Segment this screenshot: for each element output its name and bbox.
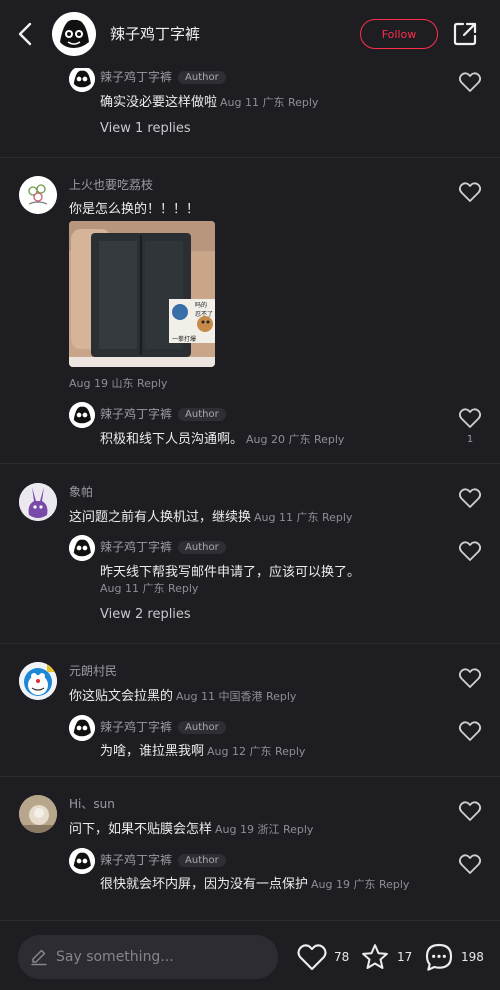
heart-icon bbox=[458, 668, 482, 688]
heart-icon bbox=[297, 944, 327, 971]
divider bbox=[0, 157, 500, 158]
commenter-avatar[interactable] bbox=[19, 662, 57, 700]
comment-text[interactable]: 你这贴文会拉黑的 Aug 11 中国香港 Reply bbox=[69, 685, 296, 704]
like-count: 1 bbox=[466, 434, 474, 445]
reply-username[interactable]: 辣子鸡丁字裤 Author bbox=[100, 405, 226, 422]
reply-username[interactable]: 辣子鸡丁字裤 Author bbox=[100, 851, 226, 868]
like-button[interactable] bbox=[458, 800, 482, 822]
commenter-username[interactable]: 上火也要吃荔枝 bbox=[69, 176, 153, 193]
like-button[interactable] bbox=[458, 487, 482, 509]
view-replies-link[interactable]: View 2 replies bbox=[100, 607, 191, 622]
reply-text[interactable]: 为啥，谁拉黑我啊 Aug 12 广东 Reply bbox=[100, 740, 305, 759]
heart-icon bbox=[458, 854, 482, 874]
like-button[interactable] bbox=[458, 667, 482, 689]
commenter-username[interactable]: 象帕 bbox=[69, 483, 93, 500]
comment-bubble-icon bbox=[425, 943, 453, 971]
like-button[interactable] bbox=[458, 540, 482, 562]
collect-button[interactable]: 17 bbox=[359, 941, 412, 973]
comment-meta[interactable]: Aug 19 浙江 Reply bbox=[215, 823, 313, 836]
heart-icon bbox=[458, 408, 482, 428]
heart-icon bbox=[458, 721, 482, 741]
like-button[interactable] bbox=[458, 71, 482, 93]
follow-button[interactable]: Follow bbox=[360, 19, 438, 49]
heart-icon bbox=[458, 182, 482, 202]
collect-count: 17 bbox=[397, 950, 413, 964]
chevron-left-icon bbox=[18, 22, 32, 46]
like-post-button[interactable]: 78 bbox=[296, 941, 349, 973]
divider bbox=[0, 776, 500, 777]
divider bbox=[0, 463, 500, 464]
comment-count: 198 bbox=[461, 950, 484, 964]
reply-author-avatar[interactable] bbox=[69, 402, 95, 428]
share-button[interactable] bbox=[452, 21, 478, 47]
reply-meta[interactable]: Aug 19 广东 Reply bbox=[311, 878, 409, 891]
share-icon bbox=[453, 22, 477, 46]
reply-text[interactable]: 确实没必要这样做啦 Aug 11 广东 Reply bbox=[100, 91, 318, 110]
divider bbox=[0, 643, 500, 644]
commenter-username[interactable]: 元朗村民 bbox=[69, 662, 117, 679]
reply-meta[interactable]: Aug 11 广东 Reply bbox=[220, 96, 318, 109]
commenter-avatar[interactable] bbox=[19, 176, 57, 214]
heart-icon bbox=[458, 541, 482, 561]
comment-input[interactable] bbox=[56, 949, 266, 965]
like-button[interactable] bbox=[458, 853, 482, 875]
star-icon bbox=[362, 944, 388, 969]
author-avatar[interactable] bbox=[52, 12, 96, 56]
commenter-avatar[interactable] bbox=[19, 483, 57, 521]
author-badge: Author bbox=[178, 541, 226, 554]
reply-username[interactable]: 辣子鸡丁字裤 Author bbox=[100, 68, 226, 85]
comment-meta[interactable]: Aug 19 山东 Reply bbox=[69, 375, 167, 391]
reply-meta[interactable]: Aug 12 广东 Reply bbox=[207, 745, 305, 758]
like-button[interactable] bbox=[458, 181, 482, 203]
svg-text:吗的: 吗的 bbox=[195, 301, 207, 309]
top-bar: 辣子鸡丁字裤 Follow bbox=[0, 0, 500, 68]
reply-author-avatar[interactable] bbox=[69, 715, 95, 741]
author-badge: Author bbox=[178, 71, 226, 84]
author-name[interactable]: 辣子鸡丁字裤 bbox=[110, 23, 200, 44]
heart-icon bbox=[458, 801, 482, 821]
heart-icon bbox=[458, 488, 482, 508]
bottom-action-bar: 78 17 198 bbox=[0, 920, 500, 990]
reply-text[interactable]: 昨天线下帮我写邮件申请了，应该可以换了。 bbox=[100, 561, 360, 580]
like-count: 78 bbox=[334, 950, 350, 964]
like-button[interactable] bbox=[458, 720, 482, 742]
like-button[interactable] bbox=[458, 407, 482, 429]
comment-image[interactable]: 吗的 忍不了 一拳打爆 bbox=[69, 221, 215, 367]
reply-author-avatar[interactable] bbox=[69, 535, 95, 561]
reply-meta[interactable]: Aug 20 广东 Reply bbox=[246, 433, 344, 446]
author-badge: Author bbox=[178, 408, 226, 421]
heart-icon bbox=[458, 72, 482, 92]
back-button[interactable] bbox=[12, 20, 38, 48]
comment-text[interactable]: 这问题之前有人换机过，继续换 Aug 11 广东 Reply bbox=[69, 506, 352, 525]
comments-button[interactable]: 198 bbox=[423, 941, 484, 973]
pencil-icon bbox=[31, 949, 47, 966]
comment-input-box[interactable] bbox=[18, 935, 278, 979]
commenter-avatar[interactable] bbox=[19, 795, 57, 833]
reply-text[interactable]: 积极和线下人员沟通啊。 Aug 20 广东 Reply bbox=[100, 428, 344, 447]
svg-text:忍不了: 忍不了 bbox=[195, 311, 213, 318]
author-avatar-image bbox=[52, 12, 96, 56]
svg-text:一拳打爆: 一拳打爆 bbox=[172, 335, 196, 343]
reply-username[interactable]: 辣子鸡丁字裤 Author bbox=[100, 538, 226, 555]
comment-meta[interactable]: Aug 11 中国香港 Reply bbox=[176, 690, 296, 703]
author-badge: Author bbox=[178, 721, 226, 734]
commenter-username[interactable]: Hi、sun bbox=[69, 795, 115, 812]
author-badge: Author bbox=[178, 854, 226, 867]
reply-meta[interactable]: Aug 11 广东 Reply bbox=[100, 580, 198, 596]
reply-text[interactable]: 很快就会坏内屏，因为没有一点保护 Aug 19 广东 Reply bbox=[100, 873, 409, 892]
comment-text[interactable]: 你是怎么换的！！！！ bbox=[69, 198, 199, 217]
reply-username[interactable]: 辣子鸡丁字裤 Author bbox=[100, 718, 226, 735]
comment-meta[interactable]: Aug 11 广东 Reply bbox=[254, 511, 352, 524]
phone-photo: 吗的 忍不了 一拳打爆 bbox=[69, 221, 215, 367]
reply-author-avatar[interactable] bbox=[69, 66, 95, 92]
reply-author-avatar[interactable] bbox=[69, 848, 95, 874]
view-replies-link[interactable]: View 1 replies bbox=[100, 121, 191, 136]
comment-text[interactable]: 问下，如果不贴膜会怎样 Aug 19 浙江 Reply bbox=[69, 818, 313, 837]
